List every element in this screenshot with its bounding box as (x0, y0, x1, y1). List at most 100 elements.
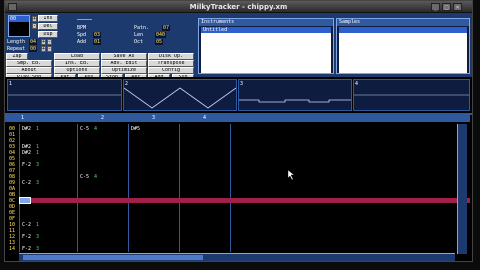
instrument-cell[interactable]: 1 (36, 126, 39, 132)
channel-header[interactable]: 1 (21, 116, 27, 121)
sample-list[interactable] (339, 27, 467, 73)
note-cell[interactable]: C-2 (22, 222, 31, 228)
pattern-label: Patn. (134, 25, 150, 31)
maximize-icon[interactable]: □ (442, 3, 451, 11)
close-icon[interactable]: × (453, 3, 462, 11)
title-bar[interactable]: MilkyTracker - chippy.xm _ □ × (5, 1, 472, 13)
channel-header[interactable]: 4 (203, 116, 209, 121)
app-window: MilkyTracker - chippy.xm _ □ × 00 + - In… (4, 0, 473, 262)
instrument-editor-button[interactable]: Ins. Ed. (54, 60, 100, 67)
repeat-up-button[interactable]: + (41, 46, 46, 52)
instruments-title: Instruments (201, 19, 235, 25)
instruments-panel: Instruments Untitled (198, 18, 334, 74)
del-button[interactable]: Del (38, 23, 58, 30)
control-panel: 00 + - Ins Del Dup Length 04 Repeat 00 +… (5, 13, 472, 81)
oct-label: Oct (134, 39, 144, 45)
instrument-cell[interactable]: 4 (94, 174, 97, 180)
note-cell[interactable]: C-2 (22, 180, 31, 186)
samples-header: Samples (337, 19, 469, 26)
edit-cursor (19, 197, 31, 204)
instruments-header: Instruments (199, 19, 333, 26)
channel-header[interactable]: 2 (101, 116, 107, 121)
tracker-app: 00 + - Ins Del Dup Length 04 Repeat 00 +… (5, 13, 472, 261)
note-cell[interactable]: F-2 (22, 162, 31, 168)
scope-wave (239, 99, 351, 103)
sample-list-item[interactable] (339, 27, 467, 33)
note-cell[interactable]: D#2 (22, 150, 31, 156)
oct-value: 05 (155, 39, 164, 45)
sample-editor-button[interactable]: Smp. Ed. (6, 60, 52, 67)
spd-value: 03 (93, 32, 102, 38)
repeat-label: Repeat (7, 46, 26, 52)
row-numbers: 00 01 02 03 04 05 06 07 08 09 0A 0B 0C 0D 0E 0F 10 11 12 13… (9, 126, 19, 252)
instrument-cell[interactable]: 1 (36, 222, 39, 228)
scope-channel[interactable]: 3 (238, 79, 352, 111)
bpm-label: BPM (77, 25, 87, 31)
length-up-button[interactable]: + (41, 39, 46, 45)
len-value: 040 (155, 32, 167, 38)
scope-view[interactable]: 1 2 3 4 (5, 77, 472, 113)
order-delete-button[interactable]: - (32, 23, 37, 29)
row-number: 14 (9, 246, 16, 252)
repeat-value: 00 (29, 46, 38, 52)
spd-label: Spd (77, 32, 87, 38)
minimize-icon[interactable]: _ (431, 3, 440, 11)
scope-wave (354, 94, 469, 96)
instrument-cell[interactable]: 3 (36, 234, 39, 240)
save-as-button[interactable]: Save As (101, 53, 147, 60)
pattern-header: 1 2 3 4 (5, 115, 470, 122)
instrument-cell[interactable]: 1 (36, 150, 39, 156)
dup-button[interactable]: Dup (38, 31, 58, 38)
instrument-list-item[interactable]: Untitled (201, 27, 331, 33)
transpose-button[interactable]: Transpose (148, 60, 194, 67)
note-cell[interactable]: F-2 (22, 246, 31, 252)
zap-button[interactable]: Zap (6, 53, 28, 60)
channel-column[interactable]: D#21D#21D#21F-23C-23C-23C-21F-23F-23 (19, 124, 77, 252)
optimize-button[interactable]: Optimize (101, 67, 147, 74)
length-label: Length (7, 39, 26, 45)
repeat-down-button[interactable]: - (47, 46, 52, 52)
config-button[interactable]: Config (148, 67, 194, 74)
instrument-cell[interactable]: 3 (36, 246, 39, 252)
scope-channel[interactable]: 1 (7, 79, 122, 111)
instrument-cell[interactable]: 4 (94, 126, 97, 132)
note-cell[interactable]: C-5 (80, 126, 89, 132)
pattern-editor[interactable]: 1 2 3 4 00 01 02 03 04 05 06 07 08 09 0A 0B 0C 0D 0E 0F… (5, 113, 472, 261)
channel-column[interactable]: C-54C-54C-54 (77, 124, 128, 252)
advanced-edit-button[interactable]: Adv. Edit (101, 60, 147, 67)
channel-column[interactable]: D#5C-5 (128, 124, 179, 252)
scope-channel[interactable]: 4 (353, 79, 470, 111)
note-cell[interactable]: C-5 (80, 174, 89, 180)
channel-column[interactable] (179, 124, 230, 252)
horizontal-scrollbar-thumb[interactable] (23, 255, 203, 260)
order-list[interactable]: 00 (8, 15, 30, 37)
empty-channel-area (230, 124, 457, 252)
samples-panel: Samples (336, 18, 470, 74)
instrument-list[interactable]: Untitled (201, 27, 331, 73)
scope-wave (8, 94, 121, 96)
options-button[interactable]: Options (54, 67, 100, 74)
note-cell[interactable]: D#5 (131, 126, 140, 132)
scope-channel[interactable]: 2 (123, 79, 237, 111)
order-insert-button[interactable]: + (32, 16, 37, 22)
instrument-cell[interactable]: 3 (36, 162, 39, 168)
order-list-current[interactable]: 00 (9, 16, 29, 22)
song-title-area[interactable]: …………… (77, 16, 92, 22)
add-value: 01 (93, 39, 102, 45)
len-label: Len (134, 32, 144, 38)
load-button[interactable]: Load (54, 53, 100, 60)
cursor-row (19, 198, 470, 203)
horizontal-scrollbar[interactable] (19, 253, 455, 261)
length-down-button[interactable]: - (47, 39, 52, 45)
scope-wave (124, 87, 236, 109)
note-cell[interactable]: F-2 (22, 234, 31, 240)
channel-header[interactable]: 3 (152, 116, 158, 121)
about-button[interactable]: About (6, 67, 52, 74)
samples-title: Samples (339, 19, 361, 25)
ins-button[interactable]: Ins (38, 15, 58, 22)
disk-op-button[interactable]: Disk Op. (148, 53, 194, 60)
instrument-cell[interactable]: 3 (36, 180, 39, 186)
pattern-value: 07 (162, 25, 171, 31)
note-cell[interactable]: D#2 (22, 126, 31, 132)
vertical-scrollbar[interactable] (457, 124, 467, 254)
